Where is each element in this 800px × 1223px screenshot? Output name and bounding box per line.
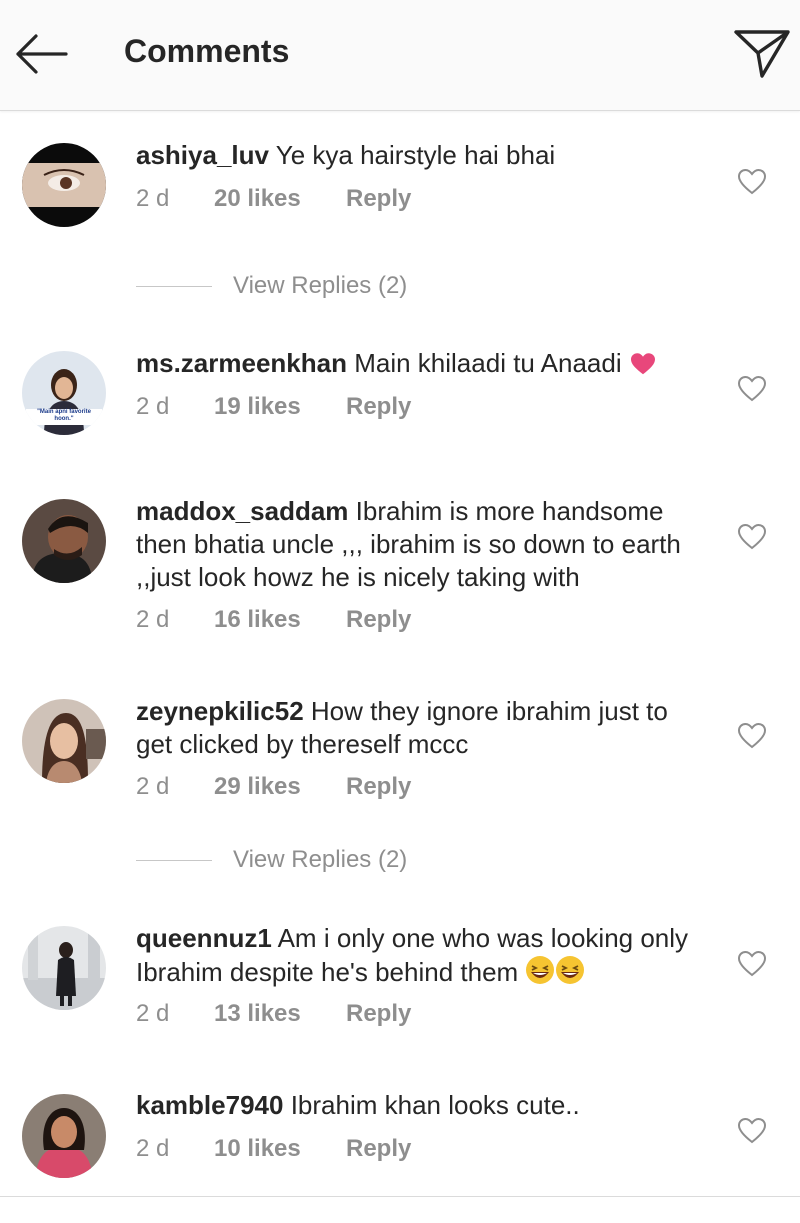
heart-icon[interactable] <box>737 1117 767 1145</box>
comment-likes[interactable]: 13 likes <box>214 1000 301 1028</box>
comment-text: zeynepkilic52 How they ignore ibrahim ju… <box>136 695 706 761</box>
comment-username[interactable]: ashiya_luv <box>136 140 269 170</box>
reply-button[interactable]: Reply <box>346 606 411 634</box>
divider <box>136 860 212 861</box>
avatar[interactable] <box>22 143 106 227</box>
paper-plane-icon[interactable] <box>732 26 792 80</box>
comment-username[interactable]: zeynepkilic52 <box>136 696 304 726</box>
reply-button[interactable]: Reply <box>346 393 411 421</box>
comment-input-bar <box>0 1197 800 1223</box>
comment-likes[interactable]: 19 likes <box>214 393 301 421</box>
comment-time: 2 d <box>136 1135 170 1162</box>
avatar-caption: "Main apni favorite hoon." <box>37 409 91 422</box>
comment-time: 2 d <box>136 1000 170 1027</box>
view-replies-button[interactable]: View Replies (2) <box>136 846 536 876</box>
comment-likes[interactable]: 10 likes <box>214 1135 301 1163</box>
heart-icon[interactable] <box>737 168 767 196</box>
heart-icon[interactable] <box>737 523 767 551</box>
comment-time: 2 d <box>136 393 170 420</box>
comment-username[interactable]: kamble7940 <box>136 1090 283 1120</box>
avatar[interactable] <box>22 499 106 583</box>
view-replies-label: View Replies (2) <box>233 272 408 299</box>
avatar[interactable] <box>22 926 106 1010</box>
comment-body: Main khilaadi tu Anaadi <box>354 348 622 378</box>
avatar[interactable]: "Main apni favorite hoon." <box>22 351 106 435</box>
comment-text: kamble7940 Ibrahim khan looks cute.. <box>136 1089 706 1122</box>
comment-time: 2 d <box>136 606 170 633</box>
heart-emoji-icon <box>630 353 655 375</box>
comment-body: Ye kya hairstyle hai bhai <box>275 140 556 170</box>
comment-time: 2 d <box>136 185 170 212</box>
reply-button[interactable]: Reply <box>346 185 411 213</box>
comment-likes[interactable]: 16 likes <box>214 606 301 634</box>
heart-icon[interactable] <box>737 950 767 978</box>
page-title: Comments <box>124 33 290 69</box>
avatar[interactable] <box>22 1094 106 1178</box>
comment-likes[interactable]: 29 likes <box>214 773 301 801</box>
heart-icon[interactable] <box>737 375 767 403</box>
comment-username[interactable]: queennuz1 <box>136 923 272 953</box>
reply-button[interactable]: Reply <box>346 1135 411 1163</box>
comment-likes[interactable]: 20 likes <box>214 185 301 213</box>
comment-username[interactable]: ms.zarmeenkhan <box>136 348 347 378</box>
comment-username[interactable]: maddox_saddam <box>136 496 348 526</box>
divider <box>136 286 212 287</box>
reply-button[interactable]: Reply <box>346 1000 411 1028</box>
view-replies-button[interactable]: View Replies (2) <box>136 272 536 302</box>
view-replies-label: View Replies (2) <box>233 846 408 873</box>
arrow-left-icon[interactable] <box>12 30 70 78</box>
heart-icon[interactable] <box>737 722 767 750</box>
grinning-squinting-emoji-icon <box>526 956 555 984</box>
grinning-squinting-emoji-icon <box>556 956 585 984</box>
comment-body: Ibrahim khan looks cute.. <box>290 1090 580 1120</box>
avatar[interactable] <box>22 699 106 783</box>
comment-time: 2 d <box>136 773 170 800</box>
comment-text: ms.zarmeenkhan Main khilaadi tu Anaadi <box>136 347 706 380</box>
comment-text: ashiya_luv Ye kya hairstyle hai bhai <box>136 139 706 172</box>
reply-button[interactable]: Reply <box>346 773 411 801</box>
comment-text: queennuz1 Am i only one who was looking … <box>136 922 706 989</box>
comment-text: maddox_saddam Ibrahim is more handsome t… <box>136 495 706 594</box>
top-bar: Comments <box>0 0 800 111</box>
